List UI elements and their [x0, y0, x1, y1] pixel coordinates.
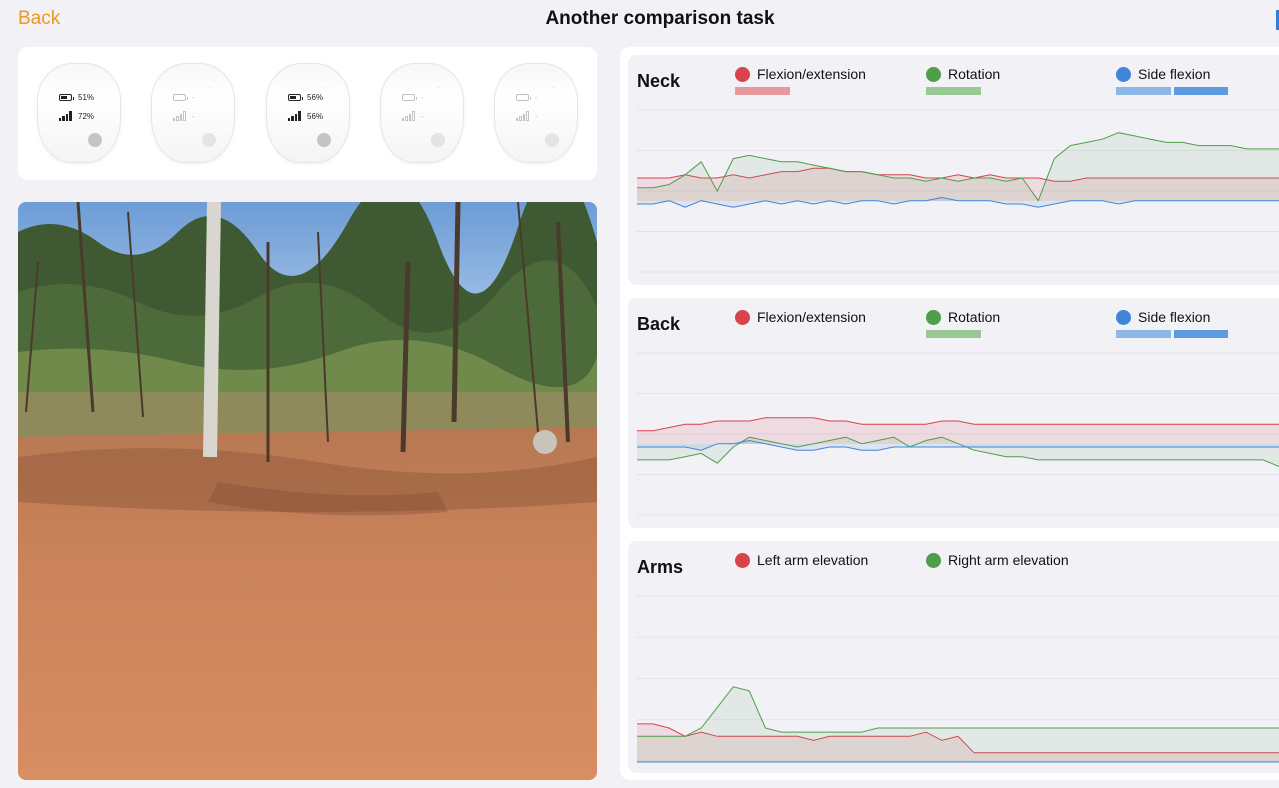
signal-value: - — [535, 111, 538, 121]
sensor-mark: · — [95, 85, 97, 91]
legend-label: Flexion/extension — [757, 309, 866, 325]
battery-row: 51% — [59, 93, 94, 102]
battery-icon — [288, 94, 303, 101]
legend-bar — [926, 87, 981, 95]
legend-dot-icon — [1116, 66, 1131, 82]
arms-chart-card: Arms Left arm elevation Right arm elevat… — [628, 541, 1279, 773]
battery-value: - — [535, 93, 538, 102]
legend-label: Flexion/extension — [757, 66, 866, 82]
legend-label: Rotation — [948, 66, 1001, 82]
legend-item[interactable]: Left arm elevation — [735, 552, 868, 568]
sensor-button[interactable] — [202, 133, 216, 147]
battery-value: 51% — [78, 93, 95, 102]
series-area — [637, 132, 1279, 201]
battery-icon — [402, 94, 417, 101]
signal-icon — [516, 111, 529, 121]
signal-icon — [288, 111, 301, 121]
sensor-button[interactable] — [88, 133, 102, 147]
signal-row: 56% — [288, 111, 323, 121]
sensor-mark: · — [209, 85, 211, 91]
legend-item[interactable]: Flexion/extension — [735, 66, 866, 82]
back-chart-card: Back Flexion/extension Rotation Side fle… — [628, 298, 1279, 528]
legend-bar — [735, 87, 790, 95]
sensor-device[interactable]: · - - — [151, 63, 235, 163]
signal-value: 56% — [307, 111, 324, 121]
legend-label: Side flexion — [1138, 66, 1211, 82]
sensor-device[interactable]: · 51% 72% — [37, 63, 121, 163]
battery-value: - — [421, 93, 424, 102]
legend-item[interactable]: Side flexion — [1116, 66, 1210, 82]
signal-row: 72% — [59, 111, 94, 121]
signal-value: 72% — [78, 111, 95, 121]
page-title: Another comparison task — [545, 8, 775, 29]
bushland-scene-image — [18, 202, 597, 780]
series-area — [637, 686, 1279, 762]
legend-dot-icon — [926, 66, 941, 82]
neck-line-chart — [637, 109, 1279, 273]
signal-row: - — [402, 111, 424, 121]
signal-value: - — [192, 111, 195, 121]
legend-label: Left arm elevation — [757, 552, 869, 568]
sensor-mark: · — [438, 85, 440, 91]
legend-item[interactable]: Rotation — [926, 309, 1000, 325]
sensor-device[interactable]: · - - — [380, 63, 464, 163]
battery-icon — [516, 94, 531, 101]
sensor-device[interactable]: · - - — [494, 63, 578, 163]
back-line-chart — [637, 352, 1279, 516]
sensor-panel: · 51% 72% · - - · 56% 56% · - - · - - — [18, 47, 597, 180]
legend-item[interactable]: Flexion/extension — [735, 309, 866, 325]
arms-line-chart — [637, 595, 1279, 763]
legend-label: Right arm elevation — [948, 552, 1069, 568]
signal-row: - — [516, 111, 538, 121]
legend-dot-icon — [735, 552, 750, 568]
battery-row: 56% — [288, 93, 323, 102]
legend-dot-icon — [735, 309, 750, 325]
sensor-device[interactable]: · 56% 56% — [266, 63, 350, 163]
legend-bar — [1116, 87, 1171, 95]
legend-label: Side flexion — [1138, 309, 1211, 325]
battery-icon — [59, 94, 74, 101]
legend-label: Rotation — [948, 309, 1001, 325]
legend-item[interactable]: Rotation — [926, 66, 1000, 82]
legend-item[interactable]: Right arm elevation — [926, 552, 1069, 568]
video-frame[interactable] — [18, 202, 597, 780]
neck-chart-card: Neck Flexion/extension Rotation Side fle… — [628, 55, 1279, 285]
legend-dot-icon — [926, 309, 941, 325]
legend-dot-icon — [926, 552, 941, 568]
battery-row: - — [516, 93, 538, 102]
legend-bar — [1174, 87, 1228, 95]
chart-title: Arms — [637, 557, 684, 577]
sensor-button[interactable] — [317, 133, 331, 147]
legend-bar — [1174, 330, 1228, 338]
battery-row: - — [402, 93, 424, 102]
signal-icon — [59, 111, 72, 121]
battery-value: - — [192, 93, 195, 102]
chart-title: Back — [637, 314, 681, 334]
legend-dot-icon — [1116, 309, 1131, 325]
signal-icon — [173, 111, 186, 121]
battery-icon — [173, 94, 188, 101]
battery-value: 56% — [307, 93, 324, 102]
sensor-button[interactable] — [431, 133, 445, 147]
legend-dot-icon — [735, 66, 750, 82]
legend-item[interactable]: Side flexion — [1116, 309, 1210, 325]
signal-row: - — [173, 111, 195, 121]
sensor-mark: · — [552, 85, 554, 91]
battery-row: - — [173, 93, 195, 102]
series-area — [637, 417, 1279, 444]
sensor-mark: · — [324, 85, 326, 91]
legend-bar — [926, 330, 981, 338]
chart-title: Neck — [637, 71, 681, 91]
signal-icon — [402, 111, 415, 121]
sensor-button[interactable] — [545, 133, 559, 147]
legend-bar — [1116, 330, 1171, 338]
signal-value: - — [421, 111, 424, 121]
